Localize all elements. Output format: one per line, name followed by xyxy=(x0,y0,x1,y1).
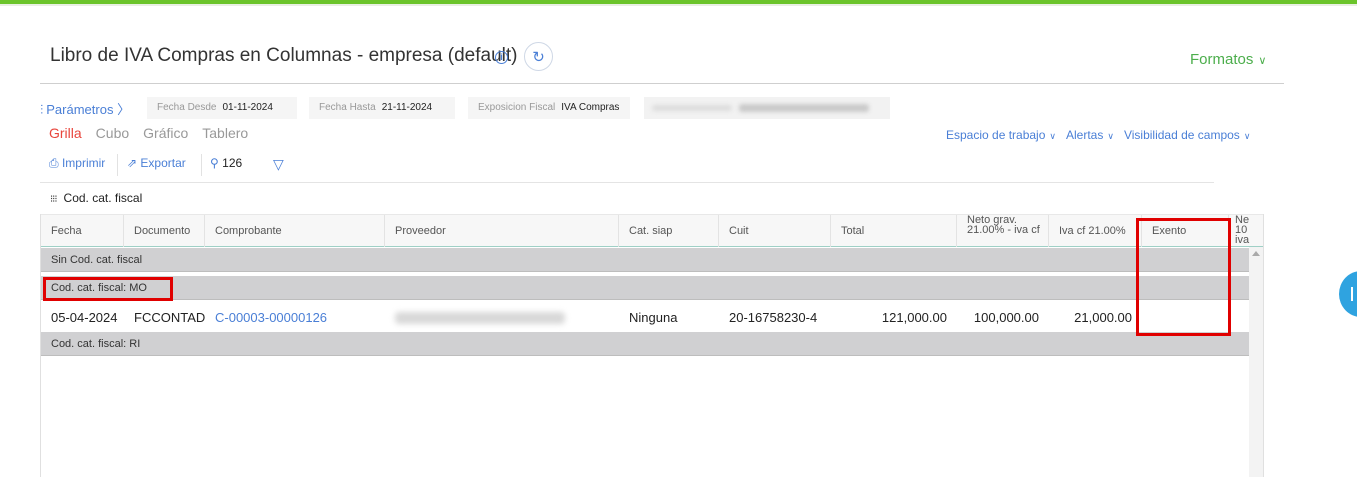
workspace-dropdown[interactable]: Espacio de trabajo ∨ xyxy=(946,128,1056,142)
top-accent-shadow xyxy=(0,4,1357,6)
search-count[interactable]: ⚲ 126 xyxy=(210,156,242,170)
filter-value: 21-11-2024 xyxy=(381,102,433,113)
filter-fecha-hasta[interactable]: Fecha Hasta 21-11-2024 xyxy=(309,97,455,119)
export-button[interactable]: ⇗ Exportar xyxy=(127,156,186,170)
cell-fecha: 05-04-2024 xyxy=(51,310,118,325)
printer-icon: ⎙ xyxy=(49,156,59,170)
drag-grid-icon: ⁝⁝⁝ xyxy=(50,194,57,205)
cell-comprobante-link[interactable]: C-00003-00000126 xyxy=(205,304,385,332)
workspace-label: Espacio de trabajo xyxy=(946,128,1046,142)
parameters-toggle[interactable]: ⫶ Parámetros 〉 xyxy=(40,99,130,118)
column-header-documento[interactable]: Documento xyxy=(124,215,205,247)
vertical-scrollbar[interactable] xyxy=(1249,247,1263,477)
tab-tablero[interactable]: Tablero xyxy=(202,125,248,141)
tab-grilla[interactable]: Grilla xyxy=(49,125,82,141)
highlight-box-group-mo xyxy=(43,277,173,301)
table-row[interactable]: 05-04-2024 FCCONTADO C-00003-00000126 Ni… xyxy=(41,304,1249,332)
redacted-filter[interactable] xyxy=(644,97,890,119)
filter-fecha-desde[interactable]: Fecha Desde 01-11-2024 xyxy=(147,97,297,119)
print-button[interactable]: ⎙ Imprimir xyxy=(49,156,105,171)
scroll-up-icon[interactable] xyxy=(1252,251,1260,256)
highlight-box-exento-column xyxy=(1136,218,1231,336)
print-label: Imprimir xyxy=(61,156,106,170)
group-by-chip[interactable]: ⁝⁝⁝ Cod. cat. fiscal xyxy=(50,191,142,205)
cell-cuit: 20-16758230-4 xyxy=(729,310,818,325)
toolbar-separator xyxy=(117,154,118,176)
workspace-links: Espacio de trabajo ∨ Alertas ∨ Visibilidad d… xyxy=(946,128,1260,142)
tab-cubo[interactable]: Cubo xyxy=(96,125,129,141)
column-header-proveedor[interactable]: Proveedor xyxy=(385,215,619,247)
field-visibility-label: Visibilidad de campos xyxy=(1123,128,1240,142)
filter-label: Fecha Desde xyxy=(157,102,217,113)
external-link-icon: ⇗ xyxy=(127,156,138,170)
group-by-label: Cod. cat. fiscal xyxy=(63,191,143,205)
formats-label: Formatos xyxy=(1190,51,1254,68)
column-header-cat-siap[interactable]: Cat. siap xyxy=(619,215,719,247)
refresh-icon: ↻ xyxy=(532,48,545,66)
grid-header: Fecha Documento Comprobante Proveedor Ca… xyxy=(41,214,1263,247)
formats-dropdown[interactable]: Formatos ∨ xyxy=(1190,51,1266,68)
filter-label: Exposicion Fiscal xyxy=(478,102,556,113)
cell-iva: 21,000.00 xyxy=(1074,310,1132,325)
column-header-total[interactable]: Total xyxy=(831,215,957,247)
info-icon[interactable]: i xyxy=(495,51,508,64)
cell-documento: FCCONTADO xyxy=(134,310,205,325)
refresh-button[interactable]: ↻ xyxy=(524,42,553,71)
field-visibility-dropdown[interactable]: Visibilidad de campos ∨ xyxy=(1124,128,1250,142)
filter-exposicion-fiscal[interactable]: Exposicion Fiscal IVA Compras xyxy=(468,97,630,119)
filter-value: 01-11-2024 xyxy=(222,102,273,113)
parameters-label: Parámetros xyxy=(46,102,114,117)
alerts-dropdown[interactable]: Alertas ∨ xyxy=(1066,128,1114,142)
tab-grafico[interactable]: Gráfico xyxy=(143,125,188,141)
cell-total: 121,000.00 xyxy=(881,310,947,325)
column-header-fecha[interactable]: Fecha xyxy=(41,215,124,247)
sliders-icon: ⫶ xyxy=(40,102,44,117)
cell-neto: 100,000.00 xyxy=(973,310,1039,325)
record-count: 126 xyxy=(222,156,243,170)
chevron-right-icon: 〉 xyxy=(117,102,131,117)
chevron-down-icon: ∨ xyxy=(1258,55,1267,67)
side-panel-icon xyxy=(1351,287,1353,301)
export-label: Exportar xyxy=(140,156,186,170)
filter-label: Fecha Hasta xyxy=(319,102,376,113)
column-header-neto-10[interactable]: Ne 10 iva xyxy=(1229,215,1263,247)
search-icon: ⚲ xyxy=(210,156,219,170)
column-header-comprobante[interactable]: Comprobante xyxy=(205,215,385,247)
filter-value: IVA Compras xyxy=(561,102,620,113)
cell-proveedor-redacted xyxy=(385,304,619,332)
column-header-cuit[interactable]: Cuit xyxy=(719,215,831,247)
group-row-sin-cod[interactable]: Sin Cod. cat. fiscal xyxy=(41,248,1249,272)
chevron-down-icon: ∨ xyxy=(1049,131,1056,141)
view-tabs: Grilla Cubo Gráfico Tablero xyxy=(49,125,262,141)
alerts-label: Alertas xyxy=(1066,128,1104,142)
toolbar-separator xyxy=(201,154,202,176)
data-grid: Fecha Documento Comprobante Proveedor Ca… xyxy=(40,214,1264,477)
side-panel-button[interactable] xyxy=(1339,271,1357,317)
column-header-neto-grav[interactable]: Neto grav. 21.00% - iva cf xyxy=(957,215,1049,247)
page-title: Libro de IVA Compras en Columnas - empre… xyxy=(50,45,518,66)
chevron-down-icon: ∨ xyxy=(1243,131,1251,141)
title-divider xyxy=(40,83,1284,84)
filter-icon[interactable]: ▽ xyxy=(273,156,284,173)
column-header-iva-cf[interactable]: Iva cf 21.00% xyxy=(1049,215,1142,247)
group-row-ri[interactable]: Cod. cat. fiscal: RI xyxy=(41,332,1249,356)
chevron-down-icon: ∨ xyxy=(1107,131,1114,141)
group-row-mo[interactable]: Cod. cat. fiscal: MO xyxy=(41,276,1249,300)
toolbar-divider xyxy=(40,182,1214,183)
cell-cat-siap: Ninguna xyxy=(629,310,678,325)
